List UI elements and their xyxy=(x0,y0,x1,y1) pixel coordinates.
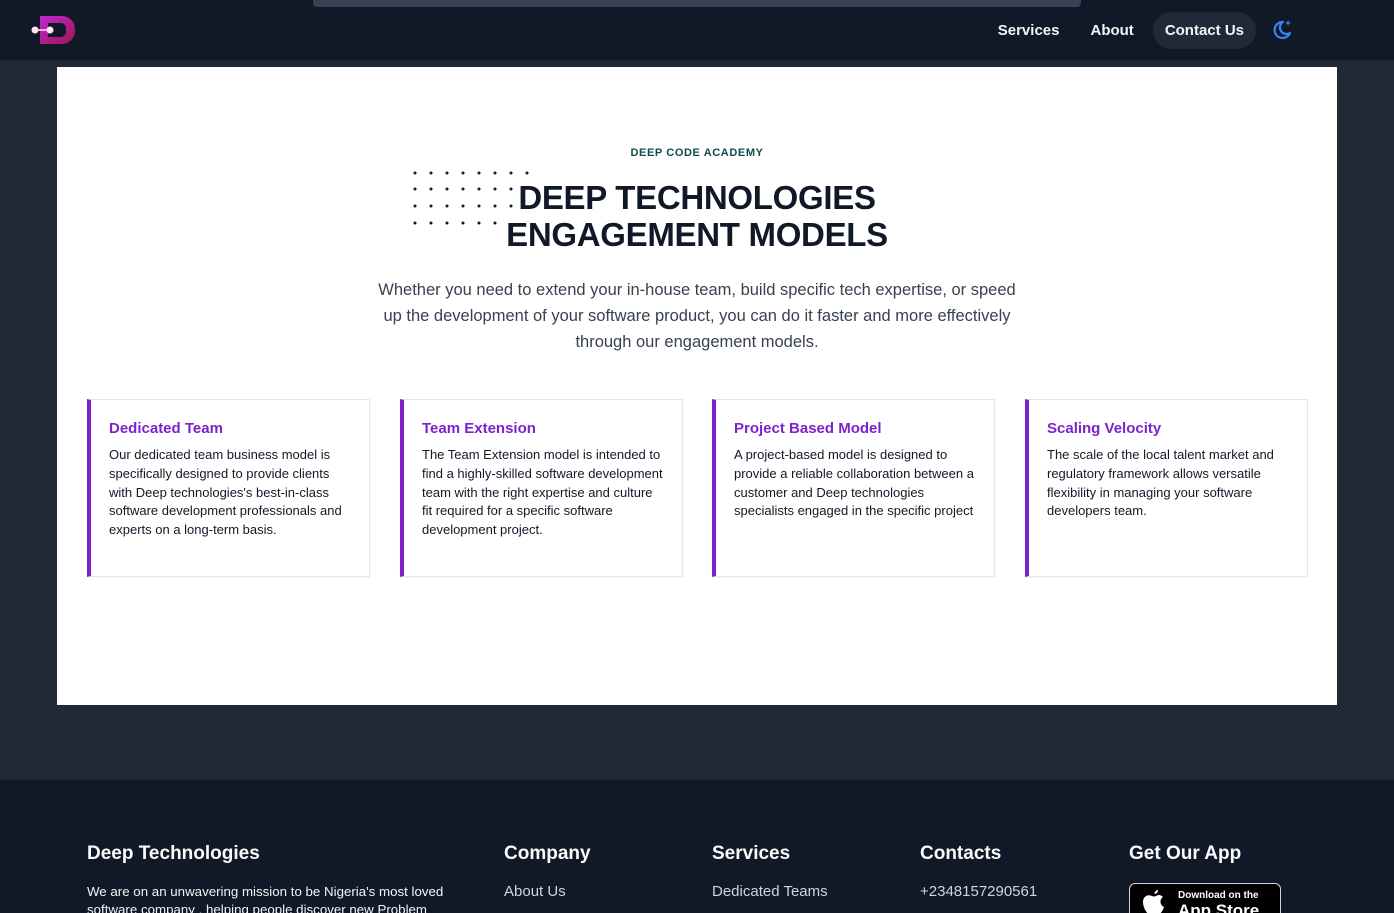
footer-contacts-title: Contacts xyxy=(920,843,1002,864)
card-scaling-velocity: Scaling Velocity The scale of the local … xyxy=(1025,399,1308,577)
card-body: The Team Extension model is intended to … xyxy=(422,447,663,538)
moon-star-icon[interactable] xyxy=(1270,18,1294,42)
top-strip xyxy=(313,0,1081,7)
footer-mission: We are on an unwavering mission to be Ni… xyxy=(87,884,444,913)
footer-link-about-us[interactable]: About Us xyxy=(504,883,591,900)
footer-company: Company About Us xyxy=(504,843,591,900)
footer-app-title: Get Our App xyxy=(1129,843,1242,864)
app-store-small-text: Download on the xyxy=(1178,890,1259,901)
footer-phone[interactable]: +2348157290561 xyxy=(920,883,1037,900)
site-footer: Deep Technologies We are on an unwaverin… xyxy=(0,780,1394,913)
app-store-button[interactable]: Download on the App Store xyxy=(1129,883,1281,913)
footer-contacts: Contacts +2348157290561 xyxy=(920,843,1037,900)
card-title: Project Based Model xyxy=(734,420,882,437)
nav-about[interactable]: About xyxy=(1078,12,1145,49)
title-line-1: DEEP TECHNOLOGIES xyxy=(518,179,876,216)
footer-link-dedicated-teams[interactable]: Dedicated Teams xyxy=(712,883,828,900)
footer-services-title: Services xyxy=(712,843,791,864)
title-line-2: ENGAGEMENT MODELS xyxy=(506,216,888,253)
nav-services[interactable]: Services xyxy=(986,12,1072,49)
nav-contact-us[interactable]: Contact Us xyxy=(1152,11,1256,49)
footer-company-title: Company xyxy=(504,843,591,864)
card-title: Dedicated Team xyxy=(109,420,223,437)
page-title: DEEP TECHNOLOGIES ENGAGEMENT MODELS xyxy=(57,179,1337,253)
engagement-cards: Dedicated Team Our dedicated team busine… xyxy=(87,399,1308,577)
apple-icon xyxy=(1143,890,1164,913)
card-project-based-model: Project Based Model A project-based mode… xyxy=(712,399,995,577)
card-body: The scale of the local talent market and… xyxy=(1047,447,1274,519)
section-subtitle: Whether you need to extend your in-house… xyxy=(378,281,1016,351)
card-body: Our dedicated team business model is spe… xyxy=(109,447,342,538)
footer-app: Get Our App Download on the App Store xyxy=(1129,843,1281,913)
footer-services: Services Dedicated Teams xyxy=(712,843,828,900)
section-eyebrow: DEEP CODE ACADEMY xyxy=(630,147,764,159)
site-header: Services About Contact Us xyxy=(0,0,1394,60)
engagement-section: DEEP CODE ACADEMY DEEP TECHNOLOGIES ENGA… xyxy=(57,67,1337,705)
card-title: Team Extension xyxy=(422,420,536,437)
footer-brand: Deep Technologies We are on an unwaverin… xyxy=(87,843,467,913)
deep-logo-icon[interactable] xyxy=(30,14,76,46)
app-store-big-text: App Store xyxy=(1178,901,1260,913)
card-title: Scaling Velocity xyxy=(1047,420,1162,437)
footer-brand-title: Deep Technologies xyxy=(87,843,260,864)
main-nav: Services About Contact Us xyxy=(979,11,1294,49)
card-body: A project-based model is designed to pro… xyxy=(734,447,974,519)
card-dedicated-team: Dedicated Team Our dedicated team busine… xyxy=(87,399,370,577)
card-team-extension: Team Extension The Team Extension model … xyxy=(400,399,683,577)
